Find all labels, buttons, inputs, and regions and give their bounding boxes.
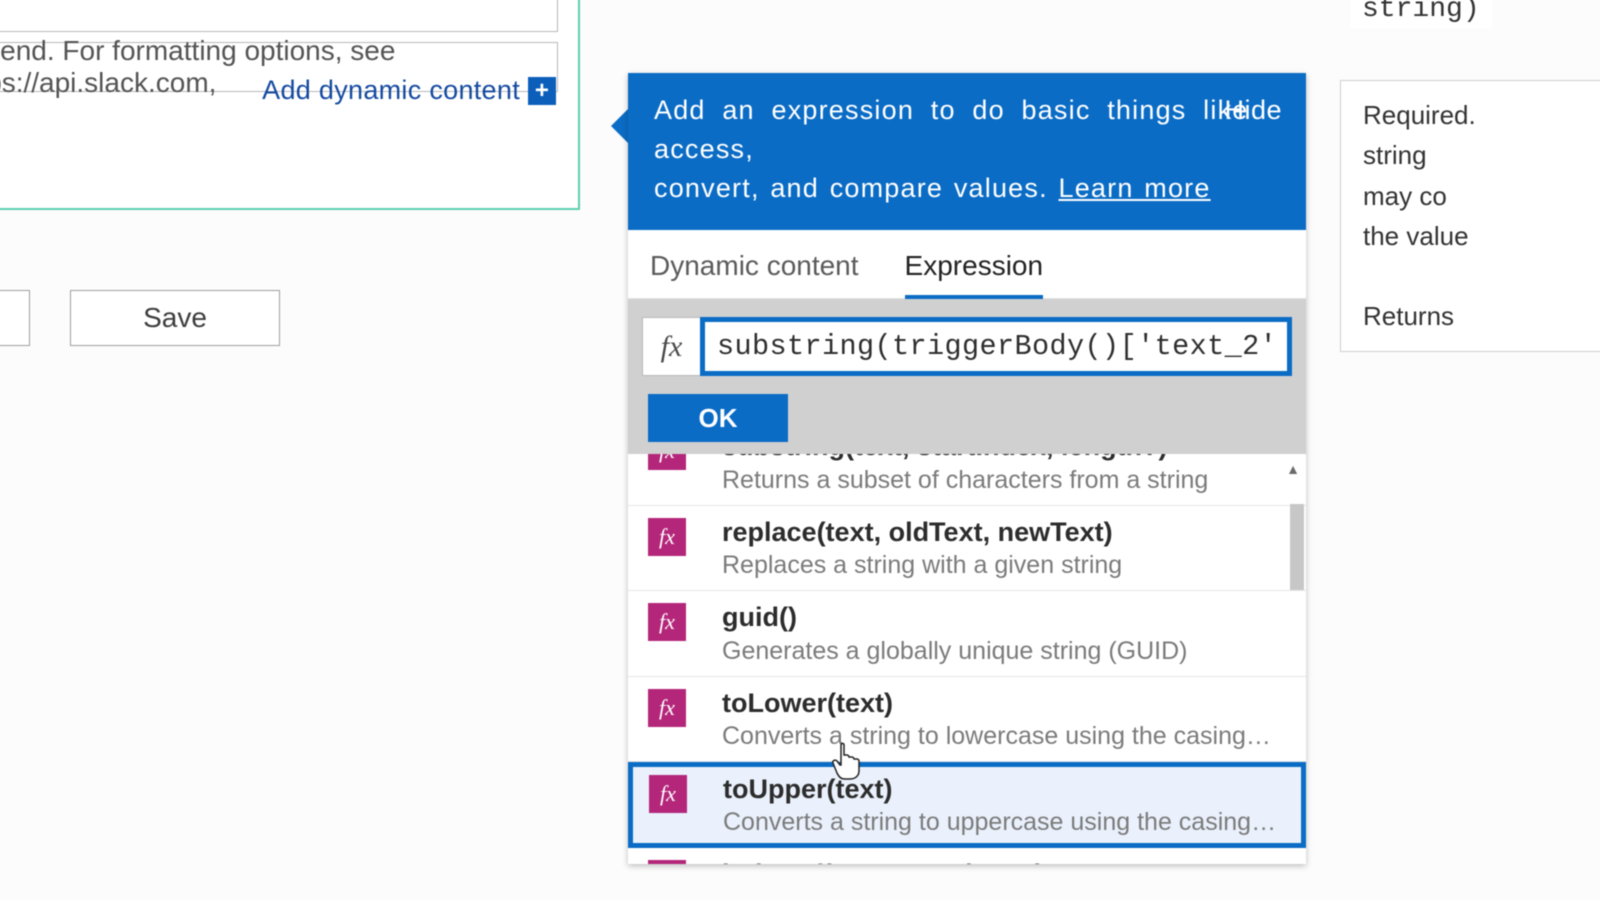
scroll-up-icon[interactable]: ▲ [1284, 460, 1302, 478]
fx-icon: fx [642, 317, 700, 376]
tip-returns: Returns [1363, 296, 1600, 336]
tip-line-4: the value [1363, 216, 1600, 256]
fx-badge-icon: fx [648, 518, 686, 556]
popover-headline-2: convert, and compare values. [654, 173, 1059, 203]
tab-dynamic-content[interactable]: Dynamic content [650, 250, 859, 298]
popover-tabs: Dynamic content Expression [628, 230, 1306, 299]
fn-desc: Converts a string to lowercase using the… [722, 721, 1277, 751]
hide-link[interactable]: Hide [1224, 91, 1282, 130]
message-field-1[interactable] [0, 0, 558, 32]
popover-header: Hide Add an expression to do basic thing… [628, 73, 1306, 230]
tip-line-3: may co [1363, 176, 1600, 216]
fn-desc: Replaces a string with a given string [722, 550, 1277, 580]
tooltip-code-fragment: string) [1350, 0, 1492, 29]
side-tooltip: Required. string may co the value Return… [1340, 80, 1600, 352]
fx-badge-icon: fx [648, 454, 686, 470]
discard-button[interactable]: Discard [0, 290, 30, 346]
expression-popover: Hide Add an expression to do basic thing… [628, 73, 1306, 864]
fn-desc: Converts a string to uppercase using the… [723, 807, 1278, 837]
fn-guid[interactable]: fx guid() Generates a globally unique st… [628, 591, 1306, 676]
fx-badge-icon: fx [649, 775, 687, 813]
fn-sig: substring(text, startIndex, length?) [722, 454, 1286, 462]
fn-sig: toLower(text) [722, 687, 1286, 719]
add-dynamic-content-row: Add dynamic content + [0, 75, 556, 106]
fx-badge-icon: fx [648, 689, 686, 727]
fx-badge-icon: fx [648, 860, 686, 864]
fn-replace[interactable]: fx replace(text, oldText, newText) Repla… [628, 506, 1306, 591]
fn-sig: guid() [722, 601, 1286, 633]
fn-tolower[interactable]: fx toLower(text) Converts a string to lo… [628, 677, 1306, 762]
learn-more-link[interactable]: Learn more [1059, 173, 1211, 203]
popover-arrow-icon [611, 108, 629, 144]
tab-expression[interactable]: Expression [905, 250, 1044, 298]
add-dynamic-content-plus-icon[interactable]: + [528, 77, 556, 105]
scrollbar-thumb[interactable] [1290, 504, 1304, 590]
popover-headline-1: Add an expression to do basic things lik… [654, 95, 1249, 164]
fn-indexof[interactable]: fx indexOf(text, searchText) [628, 848, 1306, 864]
ok-row: OK [628, 394, 1306, 454]
tip-line-1: Required. [1363, 95, 1600, 135]
expression-input[interactable] [705, 322, 1287, 371]
function-list[interactable]: ▲ fx substring(text, startIndex, length?… [628, 454, 1306, 864]
fn-desc: Returns a subset of characters from a st… [722, 465, 1277, 495]
fn-sig: toUpper(text) [723, 773, 1285, 805]
fn-sig: indexOf(text, searchText) [722, 858, 1286, 864]
fn-toupper[interactable]: fx toUpper(text) Converts a string to up… [628, 762, 1306, 848]
add-dynamic-content-link[interactable]: Add dynamic content [262, 75, 520, 106]
fn-sig: replace(text, oldText, newText) [722, 516, 1286, 548]
fx-badge-icon: fx [648, 603, 686, 641]
fn-desc: Generates a globally unique string (GUID… [722, 636, 1277, 666]
save-button[interactable]: Save [70, 290, 280, 346]
expression-bar: fx [628, 299, 1306, 394]
ok-button[interactable]: OK [648, 394, 788, 442]
tip-line-2: string [1363, 135, 1600, 175]
fn-substring[interactable]: fx substring(text, startIndex, length?) … [628, 454, 1306, 505]
expression-input-wrap[interactable] [700, 317, 1292, 376]
